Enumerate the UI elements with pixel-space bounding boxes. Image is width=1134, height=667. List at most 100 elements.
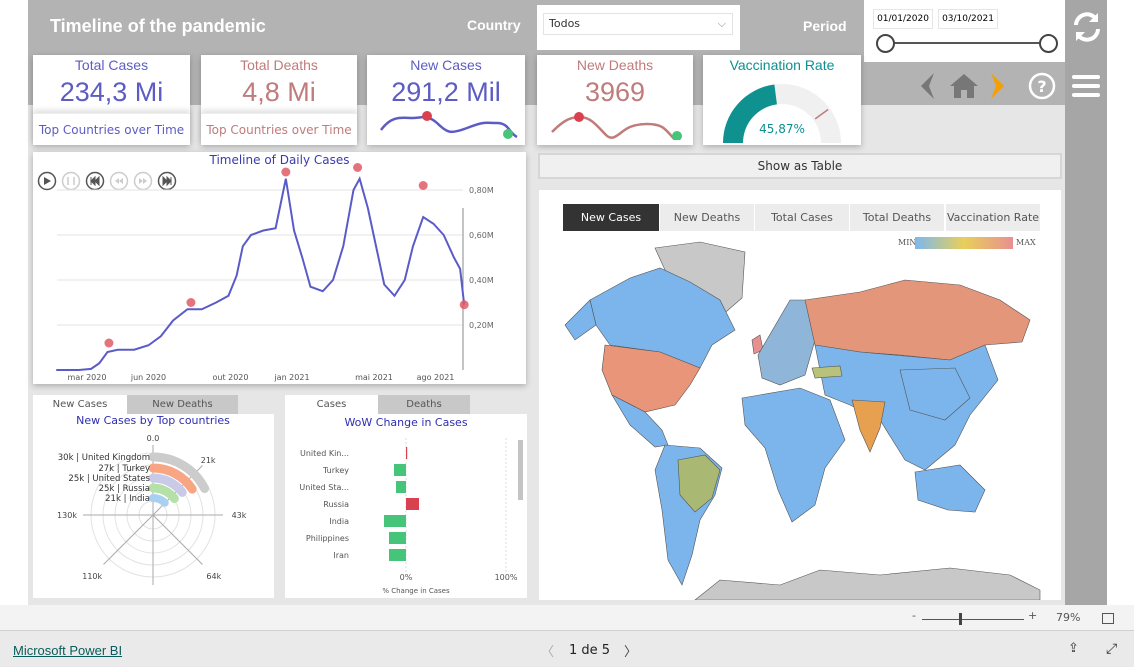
peak-marker bbox=[281, 167, 291, 177]
world-map[interactable] bbox=[539, 190, 1061, 600]
radial-bar-label: 21k | India bbox=[105, 494, 150, 504]
page-title: Timeline of the pandemic bbox=[50, 16, 266, 36]
forward-arrow-icon[interactable] bbox=[988, 72, 1008, 100]
gauge-value: 45,87% bbox=[759, 122, 805, 136]
wow-category-label: Philippines bbox=[306, 534, 349, 543]
tab-new-cases[interactable]: New Cases bbox=[33, 395, 127, 415]
country-dropdown[interactable]: Todos ⌵ bbox=[543, 13, 733, 35]
radial-bar-chart: New Cases by Top countries 0.0 21k 43k 64k 85… bbox=[57, 414, 247, 598]
y-tick-label: 0,60M bbox=[469, 231, 494, 240]
start-date-input[interactable]: 01/01/2020 bbox=[873, 9, 933, 29]
period-label: Period bbox=[803, 18, 847, 34]
kpi-value: 4,8 Mi bbox=[242, 77, 316, 107]
kpi-title: New Cases bbox=[410, 57, 482, 73]
share-icon[interactable]: ⇪ bbox=[1068, 641, 1079, 656]
bottom-bar: Microsoft Power BI 〈 1 de 5 〉 ⇪ ⤢ bbox=[0, 631, 1134, 667]
power-bi-link[interactable]: Microsoft Power BI bbox=[13, 643, 122, 658]
radial-bar-label: 25k | Russia bbox=[99, 484, 150, 494]
kpi-title: New Deaths bbox=[576, 57, 654, 73]
x-tick-label: ago 2021 bbox=[417, 373, 455, 382]
kpi-new-deaths: New Deaths 3969 bbox=[537, 55, 693, 145]
wow-category-label: United Sta... bbox=[299, 483, 349, 492]
help-icon[interactable]: ? bbox=[1028, 72, 1056, 100]
wow-card: WoW Change in Cases United Kin... Turkey Un… bbox=[285, 414, 527, 598]
zoom-bar: - + 79% bbox=[0, 605, 1134, 631]
wow-category-label: United Kin... bbox=[300, 449, 349, 458]
radial-bar bbox=[149, 494, 169, 507]
map-turkey bbox=[811, 365, 843, 379]
tab-deaths[interactable]: Deaths bbox=[378, 395, 470, 415]
wow-bar bbox=[406, 447, 408, 459]
x-tick-label: out 2020 bbox=[212, 373, 248, 382]
x-tick-label: jan 2021 bbox=[273, 373, 309, 382]
map-europe bbox=[757, 299, 816, 386]
country-value: Todos bbox=[549, 17, 581, 30]
daily-cases-line bbox=[56, 176, 466, 371]
kpi-total-cases: Total Cases 234,3 Mi Top Countries over … bbox=[33, 55, 190, 145]
wow-category-label: Turkey bbox=[322, 466, 349, 475]
top-countries-link[interactable]: Top Countries over Time bbox=[201, 113, 357, 145]
wow-bar bbox=[384, 515, 406, 527]
radial-bar-label: 25k | United States bbox=[68, 474, 150, 484]
kpi-value: 3969 bbox=[584, 77, 646, 107]
radial-axis-label: 43k bbox=[232, 511, 247, 520]
zoom-level: 79% bbox=[1056, 611, 1081, 624]
svg-text:?: ? bbox=[1037, 77, 1046, 96]
kpi-title: Vaccination Rate bbox=[729, 57, 835, 73]
wow-bar bbox=[394, 464, 406, 476]
back-arrow-icon[interactable] bbox=[918, 72, 938, 100]
map-india bbox=[851, 399, 886, 453]
tab-cases[interactable]: Cases bbox=[285, 395, 378, 415]
end-date-input[interactable]: 03/10/2021 bbox=[938, 9, 998, 29]
x-tick-label: 100% bbox=[495, 573, 518, 582]
map-card: New Cases New Deaths Total Cases Total Deat… bbox=[539, 190, 1061, 600]
period-slider-end-handle[interactable] bbox=[1039, 34, 1058, 53]
y-tick-label: 0,80M bbox=[469, 186, 494, 195]
map-antarctica bbox=[694, 567, 1041, 600]
page-indicator: 1 de 5 bbox=[569, 643, 611, 658]
zoom-out-button[interactable]: - bbox=[912, 609, 916, 622]
radial-axis-label: 64k bbox=[206, 572, 221, 581]
peak-marker bbox=[104, 338, 114, 348]
kpi-vaccination-rate: Vaccination Rate 45,87% bbox=[703, 55, 861, 145]
radial-axis-label: 21k bbox=[201, 456, 216, 465]
map-asia bbox=[814, 344, 999, 471]
radial-axis-label: 0.0 bbox=[147, 434, 160, 443]
refresh-icon[interactable] bbox=[1070, 10, 1104, 44]
peak-marker bbox=[186, 298, 196, 307]
home-icon[interactable] bbox=[948, 72, 980, 100]
next-page-button[interactable]: 〉 bbox=[624, 641, 637, 660]
kpi-title: Total Deaths bbox=[240, 57, 318, 73]
x-tick-label: jun 2020 bbox=[130, 373, 166, 382]
x-axis-label: % Change in Cases bbox=[382, 587, 450, 595]
country-label: Country bbox=[467, 17, 521, 33]
timeline-chart: 0,20M 0,40M 0,60M 0,80M mar 2020 jun 2020 out … bbox=[56, 163, 494, 382]
radial-title: New Cases by Top countries bbox=[76, 414, 230, 427]
radial-bar-label: 30k | United Kingdom bbox=[58, 453, 150, 463]
wow-bar bbox=[406, 498, 419, 510]
expand-icon[interactable]: ⤢ bbox=[1106, 641, 1117, 657]
radial-axis-label: 110k bbox=[82, 572, 102, 581]
x-tick-label: 0% bbox=[400, 573, 413, 582]
wow-scrollbar[interactable] bbox=[518, 440, 523, 500]
wow-title: WoW Change in Cases bbox=[344, 416, 467, 429]
radial-bar-label: 27k | Turkey bbox=[98, 464, 150, 474]
fit-to-page-icon[interactable] bbox=[1102, 613, 1114, 624]
zoom-slider[interactable] bbox=[922, 619, 1024, 620]
new-deaths-sparkline bbox=[551, 112, 682, 140]
timeline-card: Timeline of Daily Cases 0,20M 0,40M 0,60M 0… bbox=[33, 152, 526, 384]
menu-icon[interactable] bbox=[1072, 74, 1102, 98]
previous-page-button[interactable]: 〈 bbox=[541, 641, 554, 660]
period-slider-start-handle[interactable] bbox=[876, 34, 895, 53]
zoom-in-button[interactable]: + bbox=[1028, 609, 1037, 622]
zoom-slider-thumb[interactable] bbox=[959, 613, 962, 625]
radial-axis-label: 85k bbox=[146, 597, 161, 598]
chevron-down-icon: ⌵ bbox=[717, 17, 726, 30]
map-russia bbox=[804, 279, 1031, 361]
show-as-table-button[interactable]: Show as Table bbox=[538, 153, 1062, 179]
wow-bar bbox=[396, 481, 406, 493]
tab-new-deaths[interactable]: New Deaths bbox=[127, 395, 238, 415]
y-tick-label: 0,40M bbox=[469, 276, 494, 285]
kpi-value: 291,2 Mil bbox=[391, 77, 501, 107]
top-countries-link[interactable]: Top Countries over Time bbox=[33, 113, 190, 145]
